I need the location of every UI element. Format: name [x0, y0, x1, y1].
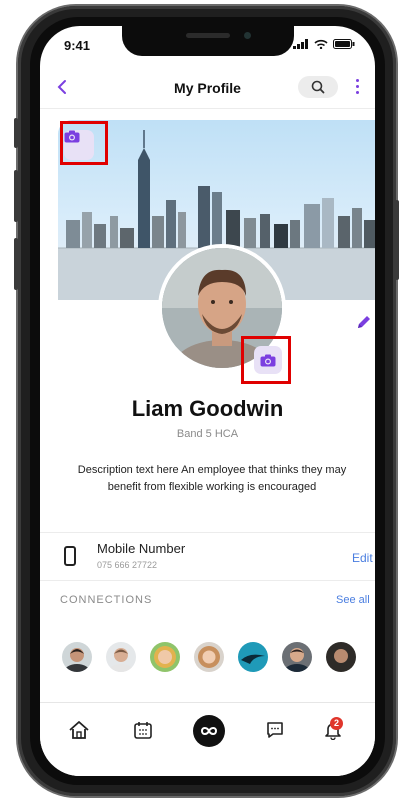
connection-avatar[interactable] — [60, 640, 94, 674]
dot — [355, 91, 359, 94]
status-time: 9:41 — [64, 38, 91, 53]
battery-icon — [333, 39, 355, 49]
connections-heading: CONNECTIONS — [60, 594, 153, 606]
profile-name: Liam Goodwin — [131, 396, 284, 421]
tab-messages[interactable] — [262, 717, 288, 743]
dot — [355, 85, 359, 88]
highlight-box-cover-camera — [60, 121, 108, 165]
profile-description: Description text here An employee that t… — [77, 464, 347, 493]
tab-home[interactable] — [66, 717, 92, 743]
divider — [40, 580, 375, 581]
home-icon — [69, 721, 89, 739]
notch — [122, 26, 294, 56]
front-camera — [244, 32, 251, 39]
side-button-mute — [14, 118, 18, 148]
dot — [355, 79, 359, 82]
highlight-box-avatar-camera — [241, 336, 291, 384]
pencil-icon — [358, 316, 370, 328]
search-button[interactable] — [298, 76, 338, 98]
chat-icon — [267, 722, 283, 738]
bottom-tab-bar: 2 — [40, 702, 375, 776]
app-screen: 9:41 My Profile Liam Goodwin Band 5 HCA … — [40, 26, 375, 776]
side-button-volume-down — [14, 238, 18, 290]
edit-mobile-link[interactable]: Edit — [352, 551, 373, 565]
mobile-phone-icon — [64, 546, 76, 566]
connection-avatar[interactable] — [192, 640, 226, 674]
see-all-connections-link[interactable]: See all — [336, 594, 370, 606]
side-button-volume-up — [14, 170, 18, 222]
connection-avatar[interactable] — [148, 640, 182, 674]
tab-home-hub[interactable] — [193, 715, 225, 747]
connection-avatar[interactable] — [280, 640, 314, 674]
speaker-grille — [186, 33, 230, 38]
side-button-power — [395, 200, 399, 280]
status-icons — [293, 39, 355, 49]
notification-badge: 2 — [330, 717, 343, 730]
signal-icon — [293, 39, 308, 49]
app-header: My Profile — [40, 68, 375, 109]
edit-profile-button[interactable] — [355, 313, 373, 331]
more-options-button[interactable] — [352, 76, 362, 98]
mobile-number-value: 075 666 27722 — [97, 560, 158, 570]
calendar-icon — [134, 722, 152, 739]
mobile-number-label: Mobile Number — [97, 541, 186, 556]
profile-role: Band 5 HCA — [176, 428, 239, 440]
wifi-icon — [314, 39, 328, 49]
connection-avatar[interactable] — [324, 640, 358, 674]
connection-avatar[interactable] — [104, 640, 138, 674]
tab-calendar[interactable] — [130, 717, 156, 743]
connection-avatar[interactable] — [236, 640, 270, 674]
search-icon — [311, 80, 325, 94]
divider — [40, 532, 375, 533]
infinity-icon — [200, 727, 218, 735]
